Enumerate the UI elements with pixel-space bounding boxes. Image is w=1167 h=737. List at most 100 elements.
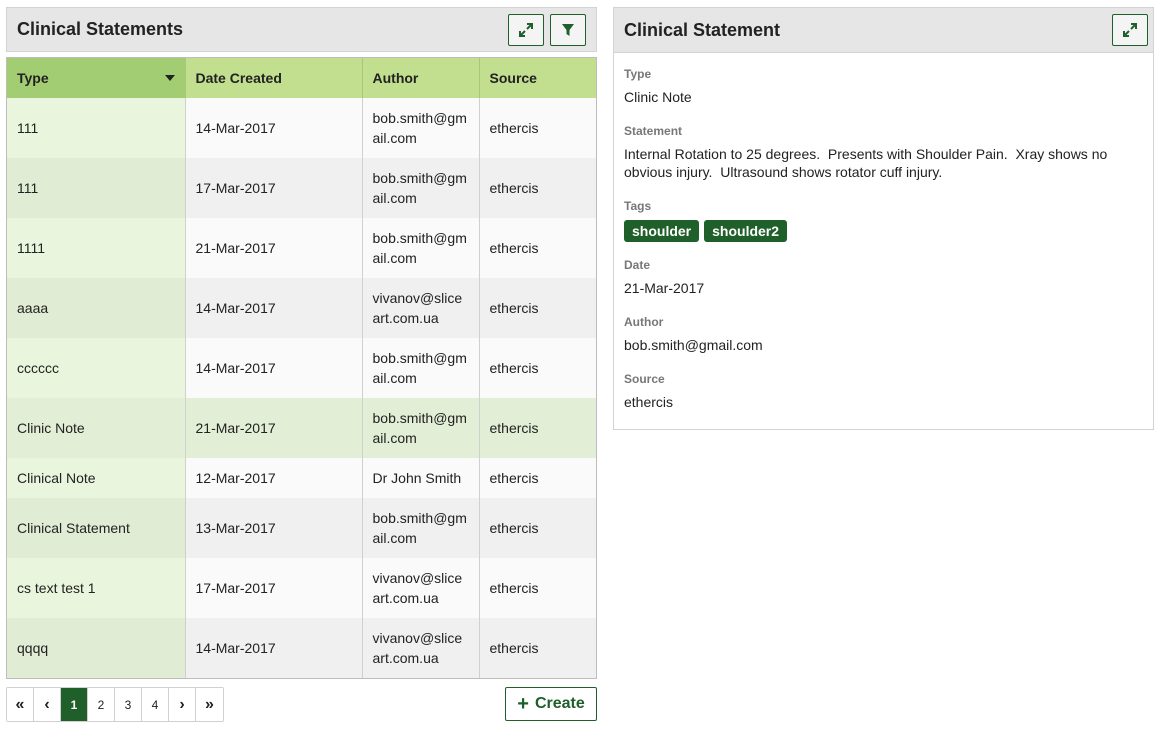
table-row[interactable]: Clinical Statement 13-Mar-2017 bob.smith… [7, 498, 596, 558]
create-button[interactable]: + Create [505, 687, 597, 721]
cell-type: 1111 [7, 218, 186, 278]
column-header-label: Date Created [195, 70, 282, 86]
cell-date: 14-Mar-2017 [185, 618, 363, 678]
tags-label: Tags [624, 199, 652, 213]
cell-type: Clinical Note [7, 458, 186, 498]
page-button-2[interactable]: 2 [88, 688, 115, 721]
cell-type: cs text test 1 [7, 558, 186, 618]
cell-source: ethercis [479, 158, 596, 218]
pagination: « ‹ 1 2 3 4 › » [6, 687, 224, 722]
table-row[interactable]: Clinical Note 12-Mar-2017 Dr John Smith … [7, 458, 596, 498]
cell-type: qqqq [7, 618, 186, 678]
cell-author: bob.smith@gmail.com [362, 158, 480, 218]
cell-author: bob.smith@gmail.com [362, 338, 480, 398]
cell-author: vivanov@sliceart.com.ua [362, 618, 480, 678]
last-page-button[interactable]: » [196, 688, 223, 721]
cell-source: ethercis [479, 278, 596, 338]
list-panel-header: Clinical Statements [6, 7, 597, 52]
cell-type: cccccc [7, 338, 186, 398]
column-header-label: Author [372, 70, 419, 86]
list-panel-title: Clinical Statements [17, 19, 184, 39]
table-row[interactable]: qqqq 14-Mar-2017 vivanov@sliceart.com.ua… [7, 618, 596, 678]
cell-date: 13-Mar-2017 [185, 498, 363, 558]
page-button-4[interactable]: 4 [142, 688, 169, 721]
prev-page-button[interactable]: ‹ [34, 688, 61, 721]
clinical-statement-detail-panel: Clinical Statement Type Clinic Note Stat… [613, 7, 1154, 430]
author-label: Author [624, 315, 664, 329]
cell-author: bob.smith@gmail.com [362, 218, 480, 278]
cell-author: Dr John Smith [362, 458, 480, 498]
statements-table: Type Date Created Author Source 111 14-M… [6, 57, 597, 679]
cell-date: 14-Mar-2017 [185, 278, 363, 338]
tag-badge: shoulder2 [704, 220, 788, 242]
table-row[interactable]: 111 14-Mar-2017 bob.smith@gmail.com ethe… [7, 98, 596, 158]
column-header-author[interactable]: Author [362, 58, 480, 98]
statement-value: Internal Rotation to 25 degrees. Present… [624, 146, 1112, 180]
author-value: bob.smith@gmail.com [624, 337, 763, 353]
cell-date: 12-Mar-2017 [185, 458, 363, 498]
cell-type: Clinic Note [7, 398, 186, 458]
detail-panel-title: Clinical Statement [624, 19, 781, 40]
expand-icon [1123, 23, 1137, 37]
column-header-date-created[interactable]: Date Created [185, 58, 363, 98]
filter-icon [562, 24, 574, 36]
cell-author: vivanov@sliceart.com.ua [362, 278, 480, 338]
cell-source: ethercis [479, 498, 596, 558]
cell-date: 21-Mar-2017 [185, 218, 363, 278]
cell-date: 21-Mar-2017 [185, 398, 363, 458]
cell-source: ethercis [479, 458, 596, 498]
cell-source: ethercis [479, 618, 596, 678]
cell-date: 17-Mar-2017 [185, 558, 363, 618]
expand-icon [519, 23, 533, 37]
type-label: Type [624, 67, 652, 81]
page-button-3[interactable]: 3 [115, 688, 142, 721]
cell-source: ethercis [479, 338, 596, 398]
cell-type: aaaa [7, 278, 186, 338]
date-value: 21-Mar-2017 [624, 280, 705, 296]
column-header-label: Source [489, 70, 537, 86]
date-label: Date [624, 258, 651, 272]
source-label: Source [624, 372, 665, 386]
column-header-label: Type [17, 70, 49, 86]
cell-source: ethercis [479, 398, 596, 458]
cell-type: 111 [7, 98, 186, 158]
cell-date: 14-Mar-2017 [185, 338, 363, 398]
detail-body: Type Clinic Note Statement Internal Rota… [614, 53, 1153, 411]
column-header-source[interactable]: Source [479, 58, 596, 98]
type-value: Clinic Note [624, 89, 692, 105]
cell-source: ethercis [479, 218, 596, 278]
cell-date: 17-Mar-2017 [185, 158, 363, 218]
filter-button[interactable] [550, 14, 586, 46]
cell-type: Clinical Statement [7, 498, 186, 558]
next-page-button[interactable]: › [169, 688, 196, 721]
table-row[interactable]: cccccc 14-Mar-2017 bob.smith@gmail.com e… [7, 338, 596, 398]
expand-button[interactable] [508, 14, 544, 46]
cell-date: 14-Mar-2017 [185, 98, 363, 158]
cell-author: bob.smith@gmail.com [362, 398, 480, 458]
table-row-selected[interactable]: Clinic Note 21-Mar-2017 bob.smith@gmail.… [7, 398, 596, 458]
statement-label: Statement [624, 124, 683, 138]
tag-badge: shoulder [624, 220, 700, 242]
table-row[interactable]: aaaa 14-Mar-2017 vivanov@sliceart.com.ua… [7, 278, 596, 338]
cell-author: bob.smith@gmail.com [362, 498, 480, 558]
column-header-type[interactable]: Type [7, 58, 186, 98]
detail-panel-header: Clinical Statement [614, 8, 1153, 53]
cell-source: ethercis [479, 98, 596, 158]
table-header-row: Type Date Created Author Source [7, 58, 596, 98]
table-row[interactable]: 1111 21-Mar-2017 bob.smith@gmail.com eth… [7, 218, 596, 278]
sort-caret-icon [164, 75, 175, 81]
source-value: ethercis [624, 394, 674, 410]
create-button-label: Create [534, 695, 585, 712]
page-button-1[interactable]: 1 [61, 688, 88, 721]
clinical-statements-panel: Clinical Statements Type Date Created Au… [6, 7, 597, 679]
first-page-button[interactable]: « [7, 688, 34, 721]
cell-author: bob.smith@gmail.com [362, 98, 480, 158]
cell-author: vivanov@sliceart.com.ua [362, 558, 480, 618]
detail-expand-button[interactable] [1112, 14, 1148, 46]
plus-icon: + [517, 693, 529, 715]
cell-type: 111 [7, 158, 186, 218]
table-row[interactable]: cs text test 1 17-Mar-2017 vivanov@slice… [7, 558, 596, 618]
table-row[interactable]: 111 17-Mar-2017 bob.smith@gmail.com ethe… [7, 158, 596, 218]
tags-list: shoulder shoulder2 [624, 220, 1143, 242]
cell-source: ethercis [479, 558, 596, 618]
